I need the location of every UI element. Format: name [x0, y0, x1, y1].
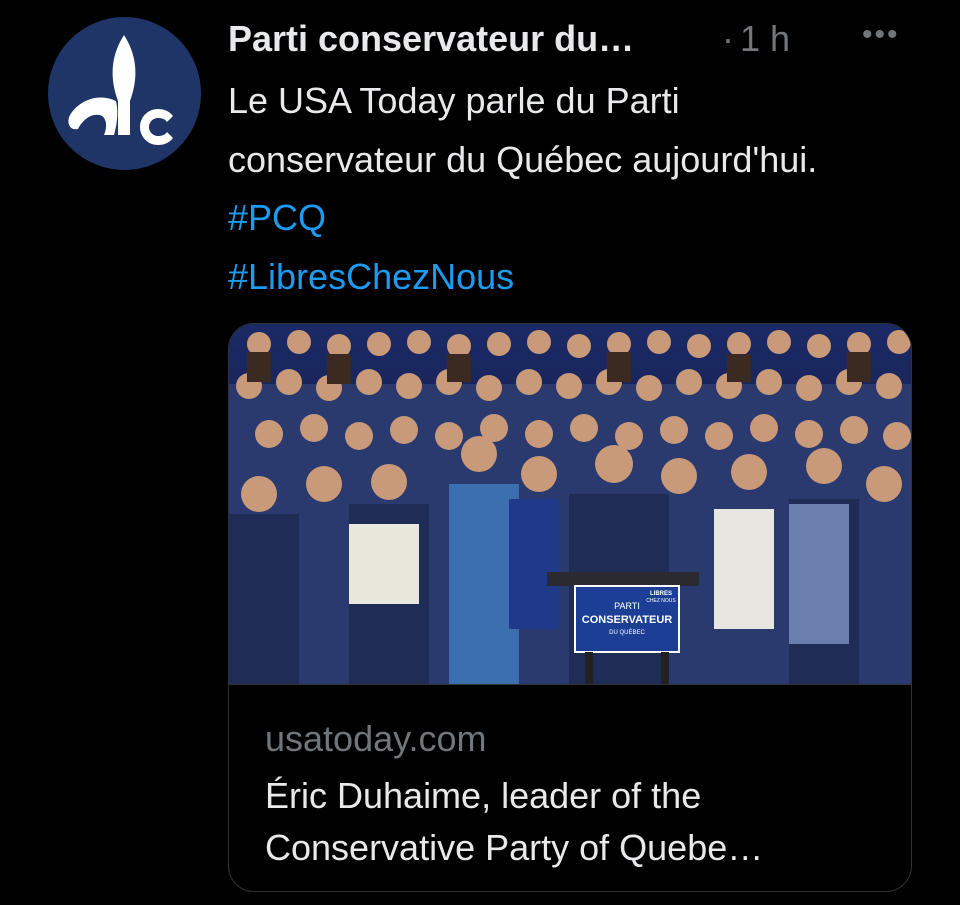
hashtag-libreschez-nous[interactable]: #LibresChezNous: [228, 256, 514, 297]
author-name[interactable]: Parti conservateur du…: [228, 18, 634, 60]
timestamp[interactable]: 1 h: [740, 18, 790, 60]
link-card[interactable]: PARTI CONSERVATEUR DU QUÉBEC LIBRES CHEZ…: [228, 323, 912, 892]
more-horizontal-icon[interactable]: •••: [862, 18, 900, 52]
card-divider: [229, 684, 911, 685]
card-title[interactable]: Éric Duhaime, leader of the Conservative…: [265, 770, 885, 874]
fleur-de-lis-logo: [48, 17, 201, 170]
podium-corner-line1: LIBRES: [650, 591, 672, 597]
podium-line3: DU QUÉBEC: [609, 629, 645, 636]
tweet-text: Le USA Today parle du Parti conservateur…: [228, 72, 868, 306]
podium-line2: CONSERVATEUR: [582, 614, 673, 626]
podium-line1: PARTI: [614, 601, 640, 611]
avatar[interactable]: [48, 17, 201, 170]
tweet-header: Parti conservateur du… · 1 h •••: [228, 14, 928, 64]
crowd-photo: PARTI CONSERVATEUR DU QUÉBEC LIBRES CHEZ…: [229, 324, 911, 684]
card-domain[interactable]: usatoday.com: [265, 718, 486, 760]
card-image[interactable]: PARTI CONSERVATEUR DU QUÉBEC LIBRES CHEZ…: [229, 324, 911, 684]
podium-corner-line2: CHEZ NOUS: [646, 598, 676, 604]
tweet-body: Le USA Today parle du Parti conservateur…: [228, 80, 818, 180]
separator-dot: ·: [722, 18, 734, 59]
hashtag-pcq[interactable]: #PCQ: [228, 197, 326, 238]
